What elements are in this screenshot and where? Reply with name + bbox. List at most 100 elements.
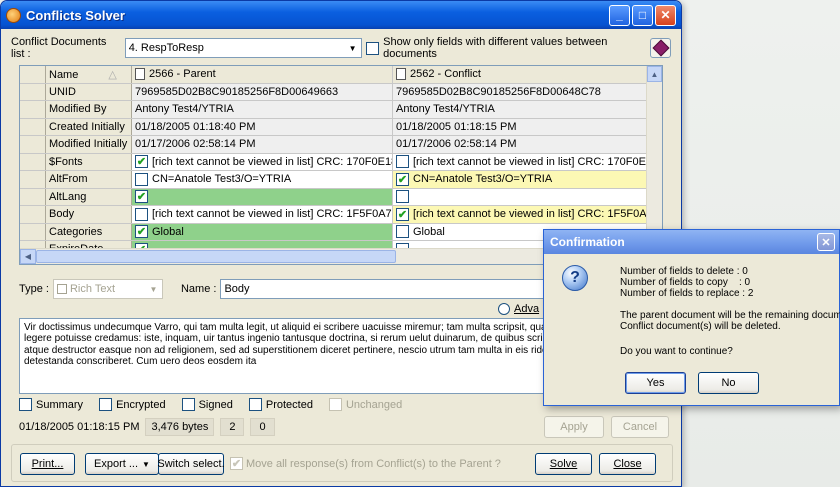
parent-value-cell[interactable]: 7969585D02B8C90185256F8D00649663 xyxy=(132,83,393,100)
flags-row: Summary Encrypted Signed Protected Uncha… xyxy=(19,398,414,411)
column-header-parent[interactable]: 2566 - Parent xyxy=(132,66,393,83)
conflict-list-select[interactable]: 4. RespToResp ▼ xyxy=(124,38,363,58)
apply-button: Apply xyxy=(544,416,604,438)
field-name-cell: Body xyxy=(46,206,132,223)
close-icon[interactable]: ✕ xyxy=(655,4,676,26)
select-value-checkbox[interactable]: ✔ xyxy=(135,190,148,204)
row-selector[interactable] xyxy=(20,206,46,223)
row-selector[interactable] xyxy=(20,223,46,240)
print-button[interactable]: Print... xyxy=(20,453,75,475)
advanced-radio[interactable] xyxy=(498,303,510,315)
maximize-icon[interactable]: □ xyxy=(632,4,653,26)
move-responses-label: Move all response(s) from Conflict(s) to… xyxy=(246,457,501,470)
field-name-cell: UNID xyxy=(46,83,132,100)
scroll-thumb[interactable] xyxy=(36,250,396,263)
summary-checkbox[interactable] xyxy=(19,398,32,411)
column-header-conflict[interactable]: 2562 - Conflict xyxy=(393,66,654,83)
row-selector[interactable] xyxy=(20,101,46,118)
table-row[interactable]: Body [rich text cannot be viewed in list]… xyxy=(20,206,662,224)
table-row[interactable]: Created Initially 01/18/2005 01:18:40 PM 0… xyxy=(20,118,662,136)
row-selector[interactable] xyxy=(20,171,46,188)
table-row[interactable]: AltLang ✔ xyxy=(20,188,662,206)
select-value-checkbox[interactable] xyxy=(396,190,409,204)
move-responses-checkbox: ✔ xyxy=(230,457,243,470)
row-selector[interactable] xyxy=(20,83,46,100)
name-field[interactable]: Body xyxy=(220,279,561,299)
conflict-list-label: Conflict Documents list : xyxy=(11,36,107,60)
close-icon[interactable]: ✕ xyxy=(817,233,835,251)
table-row[interactable]: $Fonts ✔ [rich text cannot be viewed in li… xyxy=(20,153,662,171)
field-value-text: 7969585D02B8C90185256F8D00649663 xyxy=(135,85,339,98)
scroll-left-icon[interactable]: ◀ xyxy=(20,249,36,264)
continue-question-text: Do you want to continue? xyxy=(620,346,733,357)
field-value-text: [rich text cannot be viewed in list] CRC… xyxy=(413,208,654,221)
parent-value-cell[interactable]: ✔ Global xyxy=(132,223,393,240)
chevron-down-icon: ▼ xyxy=(149,284,158,294)
conflict-value-cell[interactable]: 01/18/2005 01:18:15 PM xyxy=(393,118,654,135)
field-value-text: 7969585D02B8C90185256F8D00648C78 xyxy=(396,85,601,98)
conflict-value-cell[interactable] xyxy=(393,188,654,205)
row-selector[interactable] xyxy=(20,118,46,135)
select-value-checkbox[interactable] xyxy=(396,225,409,239)
select-value-checkbox[interactable]: ✔ xyxy=(135,225,148,239)
table-row[interactable]: Modified By Antony Test4/YTRIA Antony Test… xyxy=(20,101,662,119)
row-selector[interactable] xyxy=(20,153,46,170)
protected-checkbox[interactable] xyxy=(248,398,262,411)
table-row[interactable]: AltFrom CN=Anatole Test3/O=YTRIA ✔ CN=Anato… xyxy=(20,171,662,189)
yes-button[interactable]: Yes xyxy=(625,372,686,394)
show-only-different-checkbox[interactable] xyxy=(366,41,380,55)
conflict-deleted-text: Conflict document(s) will be deleted. xyxy=(620,321,781,332)
confirmation-title-bar[interactable]: Confirmation ✕ xyxy=(544,230,839,254)
close-button[interactable]: Close xyxy=(599,453,656,475)
conflict-value-cell[interactable]: ✔ [rich text cannot be viewed in list] CR… xyxy=(393,206,654,223)
select-value-checkbox[interactable] xyxy=(396,155,409,169)
conflict-list-row: Conflict Documents list : 4. RespToResp … xyxy=(11,36,672,60)
no-button[interactable]: No xyxy=(698,372,759,394)
column-header-name[interactable]: Name △ xyxy=(46,66,132,83)
select-value-checkbox[interactable] xyxy=(135,172,148,186)
status-count-2: 0 xyxy=(250,418,275,436)
window-title: Conflicts Solver xyxy=(26,7,125,23)
parent-value-cell[interactable]: 01/17/2006 02:58:14 PM xyxy=(132,136,393,153)
move-responses-option: ✔ Move all response(s) from Conflict(s) … xyxy=(230,457,501,470)
row-selector[interactable] xyxy=(20,136,46,153)
bottom-action-bar: Print... Export ... ▼ Switch select. ✔ M… xyxy=(11,444,673,482)
advanced-option[interactable]: Adva xyxy=(498,303,539,315)
status-size: 3,476 bytes xyxy=(145,418,215,436)
switch-select-button[interactable]: Switch select. xyxy=(157,453,225,475)
conflict-value-cell[interactable]: 01/17/2006 02:58:14 PM xyxy=(393,136,654,153)
conflict-value-cell[interactable]: [rich text cannot be viewed in list] CRC… xyxy=(393,153,654,170)
document-icon xyxy=(396,68,406,81)
conflict-value-cell[interactable]: ✔ CN=Anatole Test3/O=YTRIA xyxy=(393,171,654,188)
export-button[interactable]: Export ... ▼ xyxy=(85,453,159,475)
parent-value-cell[interactable]: CN=Anatole Test3/O=YTRIA xyxy=(132,171,393,188)
select-value-checkbox[interactable]: ✔ xyxy=(396,207,409,221)
solve-button[interactable]: Solve xyxy=(535,453,592,475)
parent-value-cell[interactable]: Antony Test4/YTRIA xyxy=(132,101,393,118)
document-icon xyxy=(135,68,145,81)
select-value-checkbox[interactable]: ✔ xyxy=(135,155,148,169)
parent-value-cell[interactable]: [rich text cannot be viewed in list] CRC… xyxy=(132,206,393,223)
conflict-value-cell[interactable]: Antony Test4/YTRIA xyxy=(393,101,654,118)
question-icon: ? xyxy=(562,265,588,291)
table-row[interactable]: UNID 7969585D02B8C90185256F8D00649663 7969… xyxy=(20,83,662,101)
status-datetime: 01/18/2005 01:18:15 PM xyxy=(19,421,140,433)
select-value-checkbox[interactable]: ✔ xyxy=(396,172,409,186)
parent-value-cell[interactable]: ✔ [rich text cannot be viewed in list] CR… xyxy=(132,153,393,170)
minimize-icon[interactable]: _ xyxy=(609,4,630,26)
help-book-button[interactable] xyxy=(650,38,672,58)
conflict-value-cell[interactable]: 7969585D02B8C90185256F8D00648C78 xyxy=(393,83,654,100)
parent-value-cell[interactable]: 01/18/2005 01:18:40 PM xyxy=(132,118,393,135)
row-selector[interactable] xyxy=(20,188,46,205)
field-value-text: 01/17/2006 02:58:14 PM xyxy=(135,138,256,151)
chevron-down-icon[interactable]: ▼ xyxy=(344,39,361,57)
table-row[interactable]: Modified Initially 01/17/2006 02:58:14 PM… xyxy=(20,136,662,154)
select-value-checkbox[interactable] xyxy=(135,207,148,221)
parent-value-cell[interactable]: ✔ xyxy=(132,188,393,205)
signed-checkbox[interactable] xyxy=(181,398,195,411)
fields-replace-text: Number of fields to replace : 2 xyxy=(620,288,754,299)
title-bar[interactable]: Conflicts Solver _ □ ✕ xyxy=(1,1,681,29)
field-name-cell: AltFrom xyxy=(46,171,132,188)
encrypted-checkbox[interactable] xyxy=(99,398,113,411)
scroll-up-icon[interactable]: ▲ xyxy=(647,66,662,82)
